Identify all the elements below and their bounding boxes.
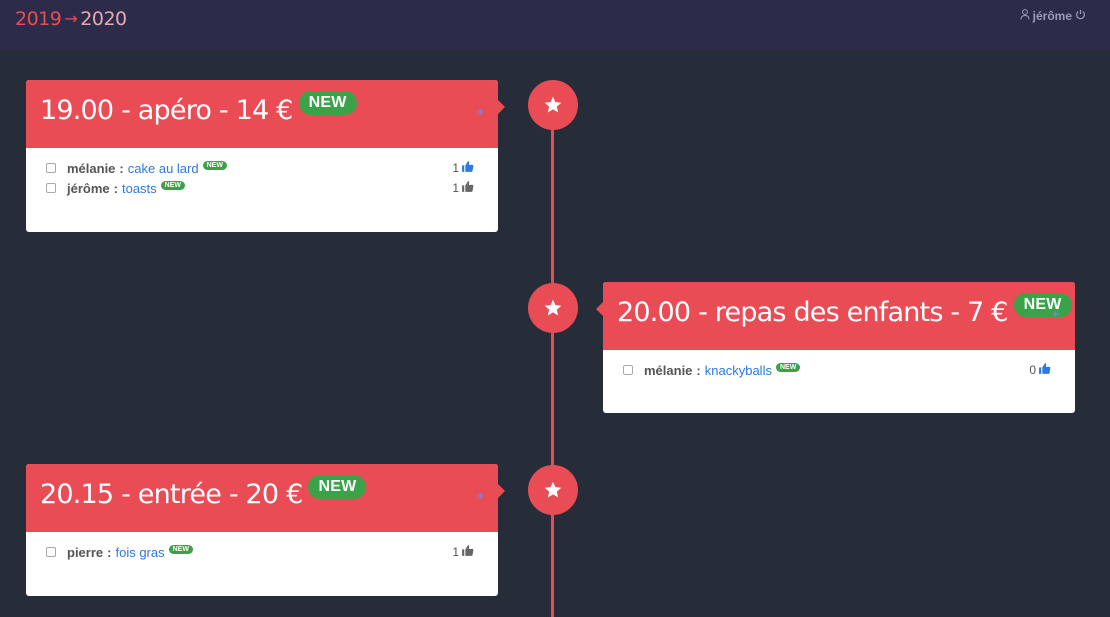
item-dish-link[interactable]: cake au lard xyxy=(128,161,199,176)
vote-control[interactable]: 1 xyxy=(452,544,474,560)
item-dish-link[interactable]: toasts xyxy=(122,181,157,196)
item-checkbox[interactable] xyxy=(623,365,633,375)
item-new-badge: NEW xyxy=(160,180,186,190)
event-card-header: 20.00 - repas des enfants - 7 € NEW + xyxy=(596,282,1075,350)
card-pointer xyxy=(497,483,505,499)
event-title: 20.00 - repas des enfants - 7 € NEW xyxy=(617,293,1072,328)
brand-logo[interactable]: 2019 → 2020 xyxy=(15,8,127,30)
list-item: jérôme: toasts NEW 1 xyxy=(26,178,498,198)
card-pointer xyxy=(497,99,505,115)
item-list: mélanie: knackyballs NEW 0 xyxy=(603,350,1075,380)
add-item-icon[interactable]: + xyxy=(477,105,484,119)
power-icon[interactable] xyxy=(1075,9,1086,23)
new-badge: NEW xyxy=(1013,293,1072,317)
vote-count: 0 xyxy=(1029,363,1036,377)
item-new-badge: NEW xyxy=(168,544,193,554)
event-title: 19.00 - apéro - 14 € NEW xyxy=(40,91,357,126)
new-badge: NEW xyxy=(308,475,367,499)
item-person: jérôme xyxy=(67,180,110,196)
thumbs-up-icon[interactable] xyxy=(461,160,474,176)
top-bar: 2019 → 2020 jérôme xyxy=(0,0,1110,50)
new-badge: NEW xyxy=(298,91,357,115)
vote-count: 1 xyxy=(452,545,459,559)
item-separator: : xyxy=(119,160,124,176)
event-title-text: 20.00 - repas des enfants - 7 € xyxy=(617,297,1008,328)
card-pointer xyxy=(596,301,604,317)
item-separator: : xyxy=(107,544,112,560)
vote-count: 1 xyxy=(452,161,459,175)
user-name: jérôme xyxy=(1032,9,1072,23)
add-item-icon[interactable]: + xyxy=(477,489,484,503)
thumbs-up-icon[interactable] xyxy=(1038,362,1051,378)
item-list: pierre: fois gras NEW 1 xyxy=(26,532,498,562)
vote-count: 1 xyxy=(452,181,459,195)
timeline-node-star-icon xyxy=(528,465,578,515)
item-checkbox[interactable] xyxy=(46,547,56,557)
event-card: 20.15 - entrée - 20 € NEW + pierre: fois … xyxy=(26,464,505,596)
item-person: pierre xyxy=(67,544,104,560)
item-person: mélanie xyxy=(644,362,693,378)
vote-control[interactable]: 1 xyxy=(452,180,474,196)
item-new-badge: NEW xyxy=(202,160,227,170)
event-title-text: 20.15 - entrée - 20 € xyxy=(40,479,303,510)
list-item: mélanie: knackyballs NEW 0 xyxy=(603,360,1075,380)
item-separator: : xyxy=(113,180,118,196)
item-new-badge: NEW xyxy=(775,362,801,372)
event-card-header: 20.15 - entrée - 20 € NEW + xyxy=(26,464,505,532)
vote-control[interactable]: 1 xyxy=(452,160,474,176)
add-item-icon[interactable]: + xyxy=(1052,307,1059,321)
item-list: mélanie: cake au lard NEW 1 jérôme: toas… xyxy=(26,148,498,198)
event-card: 20.00 - repas des enfants - 7 € NEW + mél… xyxy=(596,282,1075,413)
item-person: mélanie xyxy=(67,160,116,176)
user-menu[interactable]: jérôme xyxy=(1020,9,1086,23)
vote-control[interactable]: 0 xyxy=(1029,362,1051,378)
thumbs-up-icon[interactable] xyxy=(461,180,474,196)
brand-year-to: 2020 xyxy=(80,8,127,30)
brand-year-from: 2019 xyxy=(15,8,62,30)
event-card: 19.00 - apéro - 14 € NEW + mélanie: cake … xyxy=(26,80,505,232)
timeline-line xyxy=(551,104,554,617)
timeline-node-star-icon xyxy=(528,80,578,130)
list-item: mélanie: cake au lard NEW 1 xyxy=(26,158,498,178)
item-checkbox[interactable] xyxy=(46,163,56,173)
user-icon xyxy=(1020,9,1030,23)
event-title-text: 19.00 - apéro - 14 € xyxy=(40,95,293,126)
item-dish-link[interactable]: knackyballs xyxy=(705,363,772,378)
brand-arrow-icon: → xyxy=(64,9,78,28)
item-checkbox[interactable] xyxy=(46,183,56,193)
item-separator: : xyxy=(696,362,701,378)
event-card-header: 19.00 - apéro - 14 € NEW + xyxy=(26,80,505,148)
timeline-node-star-icon xyxy=(528,283,578,333)
list-item: pierre: fois gras NEW 1 xyxy=(26,542,498,562)
event-title: 20.15 - entrée - 20 € NEW xyxy=(40,475,367,510)
thumbs-up-icon[interactable] xyxy=(461,544,474,560)
item-dish-link[interactable]: fois gras xyxy=(115,545,164,560)
